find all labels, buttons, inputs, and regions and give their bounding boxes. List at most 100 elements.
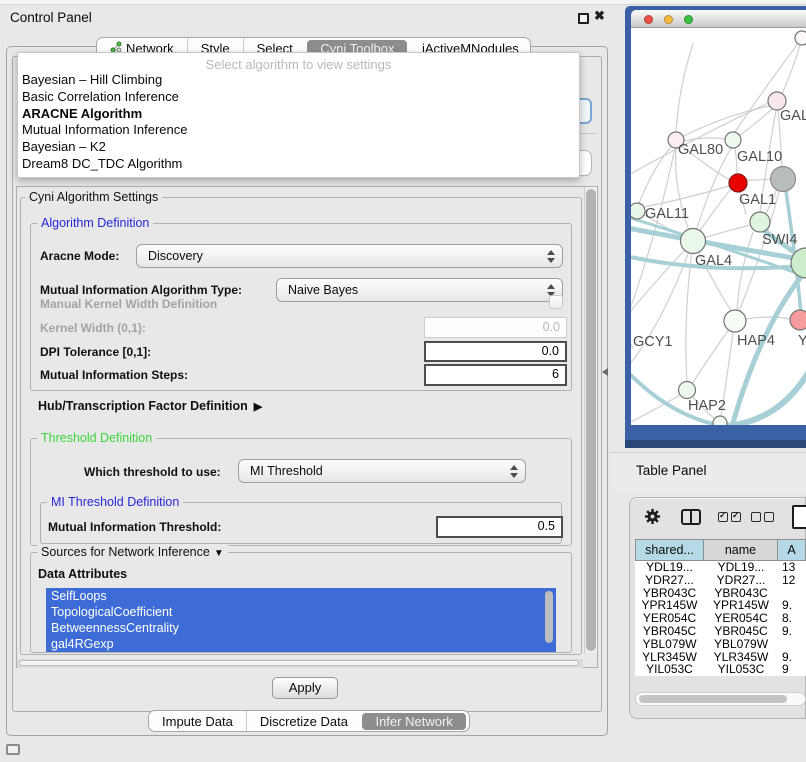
close-icon[interactable]: ✖: [594, 8, 605, 24]
network-edge: [686, 241, 693, 382]
aracne-mode-select[interactable]: Discovery: [136, 244, 563, 268]
manual-kernel-checkbox[interactable]: [549, 295, 563, 309]
mi-algorithm-type-select[interactable]: Naive Bayes: [276, 278, 563, 302]
table-row[interactable]: YDL19...YDL19...13: [635, 561, 806, 574]
network-view-canvas[interactable]: GALGAL80GAL10GAL1GAL11SWI4GAL4GCY1HAP4YH…: [631, 28, 806, 425]
which-threshold-value: MI Threshold: [250, 464, 323, 478]
algorithm-option-basic-correlation-inference[interactable]: Basic Correlation Inference: [18, 89, 579, 106]
table-cell: YBL079W: [635, 638, 704, 651]
network-node[interactable]: [750, 212, 770, 232]
network-window-titlebar[interactable]: [631, 10, 806, 28]
table-cell: YIL053C: [635, 663, 704, 676]
table-cell: 13: [778, 561, 806, 574]
deselect-all-icon[interactable]: [751, 512, 761, 522]
network-node[interactable]: [795, 31, 806, 45]
gear-icon[interactable]: [644, 508, 661, 525]
hub-definition-toggle[interactable]: Hub/Transcription Factor Definition▶: [38, 399, 262, 413]
table-cell: YBR045C: [704, 625, 778, 638]
network-edge: [676, 149, 693, 241]
columns-icon[interactable]: [681, 509, 701, 525]
network-node[interactable]: [771, 167, 796, 192]
manual-kernel-label: Manual Kernel Width Definition: [40, 297, 217, 311]
network-node[interactable]: [790, 310, 806, 330]
select-all-icon[interactable]: [731, 512, 741, 522]
group-title: Threshold Definition: [37, 431, 156, 445]
table-cell: YBR045C: [635, 625, 704, 638]
network-node[interactable]: [729, 174, 747, 192]
table-row[interactable]: YIL053CYIL053C9: [635, 663, 806, 676]
network-edge: [684, 106, 769, 136]
network-edge: [740, 109, 772, 135]
attribute-item-topologicalcoefficient[interactable]: TopologicalCoefficient: [46, 604, 556, 620]
select-all-icon[interactable]: [718, 512, 728, 522]
algorithm-option-aracne-algorithm[interactable]: ARACNE Algorithm: [18, 106, 579, 123]
network-node[interactable]: [725, 132, 741, 148]
node-label-gcy1: GCY1: [633, 334, 673, 350]
apply-button[interactable]: Apply: [272, 677, 338, 699]
minimize-traffic-light[interactable]: [664, 15, 673, 24]
algorithm-option-bayesian-hill-climbing[interactable]: Bayesian – Hill Climbing: [18, 72, 579, 89]
column-header-shared[interactable]: shared...: [635, 539, 704, 561]
node-label-gal: GAL: [780, 108, 806, 124]
group-title: MI Threshold Definition: [47, 495, 183, 509]
table-cell: YBL079W: [704, 638, 778, 651]
table-row[interactable]: YBR045CYBR045C9.: [635, 625, 806, 638]
table-row[interactable]: YBR043CYBR043C: [635, 587, 806, 600]
algorithm-option-mutual-information-inference[interactable]: Mutual Information Inference: [18, 122, 579, 139]
algorithm-option-bayesian-k2[interactable]: Bayesian – K2: [18, 139, 579, 156]
attribute-item-selfloops[interactable]: SelfLoops: [46, 588, 556, 604]
network-node[interactable]: [679, 382, 696, 399]
tab-label: Discretize Data: [260, 714, 348, 729]
algorithm-dropdown-popup: Select algorithm to view settings Bayesi…: [17, 52, 580, 178]
dpi-tolerance-input[interactable]: 0.0: [424, 341, 567, 362]
tab-label: Impute Data: [162, 714, 233, 729]
mi-steps-input[interactable]: 6: [424, 364, 567, 386]
node-label-y: Y: [798, 333, 806, 349]
column-header-a[interactable]: A: [778, 539, 806, 561]
network-edge: [631, 395, 680, 425]
network-edge: [747, 179, 771, 180]
deselect-all-icon[interactable]: [764, 512, 774, 522]
algorithm-option-dream8-dc-tdc-algorithm[interactable]: Dream8 DC_TDC Algorithm: [18, 156, 579, 173]
mi-threshold-label: Mutual Information Threshold:: [48, 520, 221, 534]
network-node[interactable]: [681, 229, 706, 254]
table-cell: YIL053C: [704, 663, 778, 676]
table-row[interactable]: YBL079WYBL079W: [635, 638, 806, 651]
table-row[interactable]: YDR27...YDR27...12: [635, 574, 806, 587]
combo-arrows-icon: [510, 464, 518, 479]
splitter-collapse-icon[interactable]: [602, 368, 608, 376]
network-node[interactable]: [631, 203, 645, 219]
horizontal-scrollbar-thumb[interactable]: [19, 660, 579, 666]
network-graph: GALGAL80GAL10GAL1GAL11SWI4GAL4GCY1HAP4YH…: [631, 28, 806, 425]
table-cell: [778, 638, 806, 651]
docked-panel-icon[interactable]: [6, 744, 20, 755]
network-node[interactable]: [713, 416, 727, 425]
kernel-width-input[interactable]: 0.0: [424, 317, 567, 338]
table-header-row: shared...nameA: [635, 539, 806, 561]
sources-toggle[interactable]: Sources for Network Inference▼: [37, 545, 228, 559]
tab-infer-network[interactable]: Infer Network: [362, 713, 465, 730]
network-node[interactable]: [724, 310, 746, 332]
float-window-icon[interactable]: [578, 13, 589, 24]
expand-arrow-icon: ▶: [254, 400, 262, 413]
tab-impute-data[interactable]: Impute Data: [149, 711, 246, 731]
close-traffic-light[interactable]: [644, 15, 653, 24]
attribute-item-gal4rgexp[interactable]: gal4RGexp: [46, 636, 556, 652]
data-attributes-list: SelfLoopsTopologicalCoefficientBetweenne…: [46, 588, 556, 652]
table-row[interactable]: YLR345WYLR345W9.: [635, 651, 806, 664]
list-scrollbar-thumb[interactable]: [545, 591, 553, 643]
table-horizontal-scrollbar-thumb[interactable]: [639, 695, 787, 703]
tab-discretize-data[interactable]: Discretize Data: [246, 711, 361, 731]
table-cell: 9.: [778, 651, 806, 664]
node-label-gal10: GAL10: [737, 149, 782, 165]
column-header-name[interactable]: name: [704, 539, 778, 561]
attribute-item-betweennesscentrality[interactable]: BetweennessCentrality: [46, 620, 556, 636]
mi-threshold-input[interactable]: 0.5: [436, 516, 563, 538]
vertical-scrollbar-thumb[interactable]: [586, 189, 596, 651]
table-row[interactable]: YER054CYER054C8.: [635, 612, 806, 625]
export-table-icon[interactable]: [792, 505, 806, 529]
node-label-hap2: HAP2: [688, 398, 726, 414]
table-row[interactable]: YPR145WYPR145W9.: [635, 599, 806, 612]
zoom-traffic-light[interactable]: [684, 15, 693, 24]
which-threshold-select[interactable]: MI Threshold: [238, 459, 526, 483]
